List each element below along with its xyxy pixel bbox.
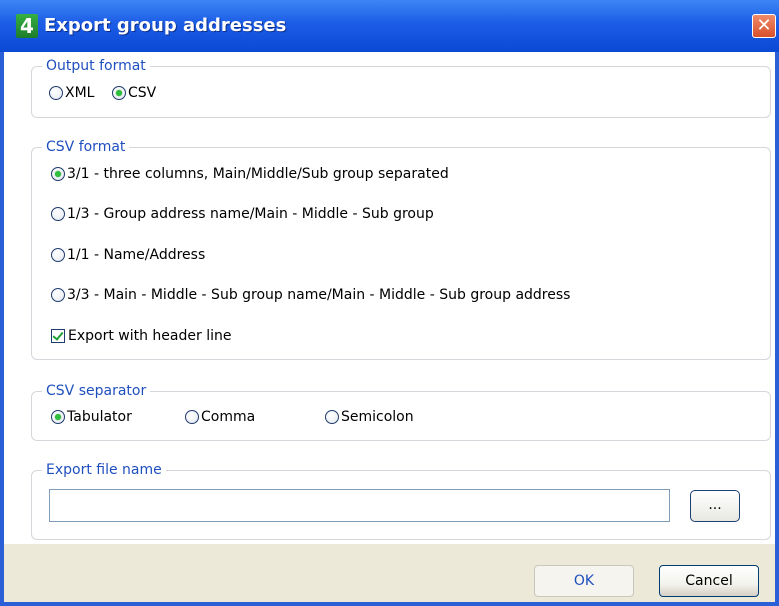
output-format-legend: Output format bbox=[42, 56, 150, 76]
export-dialog: 4 Export group addresses ✕ Output format… bbox=[0, 0, 779, 606]
separator-comma-label[interactable]: Comma bbox=[201, 407, 255, 427]
csv-format-1-1-label[interactable]: 1/1 - Name/Address bbox=[67, 245, 205, 265]
export-file-legend: Export file name bbox=[42, 460, 166, 480]
ok-button[interactable]: OK bbox=[534, 565, 634, 597]
header-line-label[interactable]: Export with header line bbox=[68, 326, 231, 346]
title-bar[interactable]: 4 Export group addresses ✕ bbox=[0, 0, 779, 52]
browse-button[interactable]: ... bbox=[690, 490, 740, 522]
output-xml-radio[interactable] bbox=[49, 86, 63, 100]
output-csv-label[interactable]: CSV bbox=[128, 83, 156, 103]
csv-format-legend: CSV format bbox=[42, 137, 130, 157]
csv-format-1-3-radio[interactable] bbox=[51, 207, 65, 221]
separator-tabulator-radio[interactable] bbox=[51, 410, 65, 424]
separator-semicolon-label[interactable]: Semicolon bbox=[341, 407, 414, 427]
csv-format-3-1-radio[interactable] bbox=[51, 167, 65, 181]
csv-format-3-1-label[interactable]: 3/1 - three columns, Main/Middle/Sub gro… bbox=[67, 164, 449, 184]
csv-separator-legend: CSV separator bbox=[42, 381, 151, 401]
csv-format-3-3-radio[interactable] bbox=[51, 288, 65, 302]
export-file-name-input[interactable] bbox=[49, 489, 670, 522]
cancel-button[interactable]: Cancel bbox=[659, 565, 759, 597]
separator-comma-radio[interactable] bbox=[185, 410, 199, 424]
output-csv-radio[interactable] bbox=[112, 86, 126, 100]
output-xml-label[interactable]: XML bbox=[65, 83, 94, 103]
separator-semicolon-radio[interactable] bbox=[325, 410, 339, 424]
dialog-title: Export group addresses bbox=[44, 15, 287, 36]
app-logo-icon: 4 bbox=[16, 14, 38, 38]
csv-format-1-1-radio[interactable] bbox=[51, 248, 65, 262]
csv-format-1-3-label[interactable]: 1/3 - Group address name/Main - Middle -… bbox=[67, 204, 434, 224]
csv-format-3-3-label[interactable]: 3/3 - Main - Middle - Sub group name/Mai… bbox=[67, 285, 570, 305]
close-button[interactable]: ✕ bbox=[752, 14, 776, 38]
separator-tabulator-label[interactable]: Tabulator bbox=[67, 407, 132, 427]
header-line-checkbox[interactable] bbox=[51, 329, 65, 343]
